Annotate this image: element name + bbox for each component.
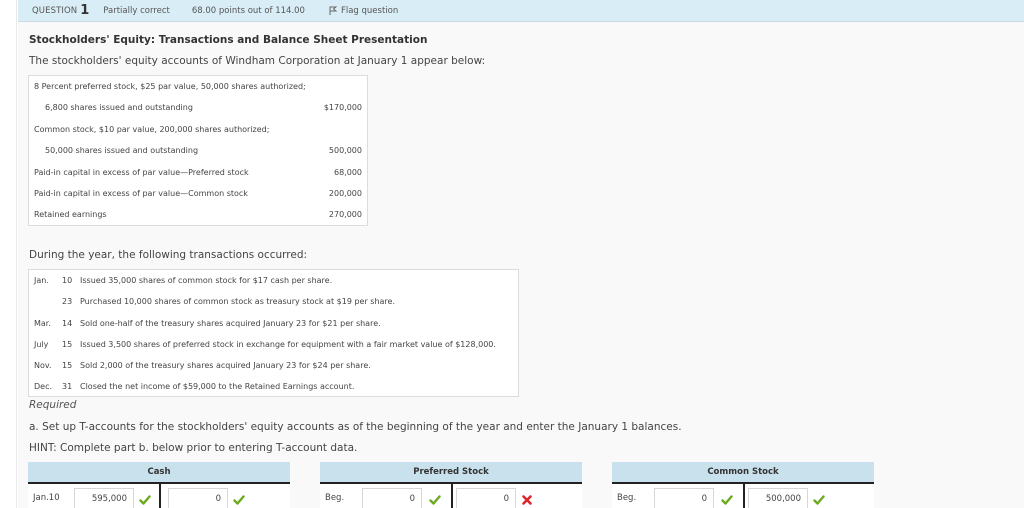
flag-icon [329,6,337,15]
transaction-row: 23 Purchased 10,000 shares of common sto… [29,291,518,312]
transaction-day: 23 [62,297,73,306]
transaction-row: Dec. 31 Closed the net income of $59,000… [29,376,518,397]
preferred-stock-debit-input[interactable] [362,488,422,508]
transaction-day: 15 [62,361,73,370]
transaction-day: 31 [62,382,73,391]
transactions-table: Jan. 10 Issued 35,000 shares of common s… [28,269,519,397]
equity-row-label: 8 Percent preferred stock, $25 par value… [34,82,306,91]
taccount-common-stock: Common Stock Beg. [612,462,874,508]
left-margin [0,0,17,508]
transaction-row: Mar. 14 Sold one-half of the treasury sh… [29,313,518,334]
question-header: QUESTION 1 Partially correct 68.00 point… [18,0,1024,22]
transaction-description: Purchased 10,000 shares of common stock … [80,297,395,306]
taccount-body: Beg. [320,484,582,508]
transaction-month: Mar. [34,319,51,328]
taccount-body: Jan.10 [28,484,290,508]
question-panel: QUESTION 1 Partially correct 68.00 point… [18,0,1024,508]
equity-row-label: 50,000 shares issued and outstanding [45,146,199,155]
preferred-stock-credit-input[interactable] [456,488,516,508]
transaction-row: July 15 Issued 3,500 shares of preferred… [29,334,518,355]
transaction-row: Nov. 15 Sold 2,000 of the treasury share… [29,355,518,376]
equity-row-amount: 270,000 [328,210,362,219]
taccount-row-label: Beg. [325,493,345,503]
transaction-day: 10 [62,276,73,285]
transaction-row: Jan. 10 Issued 35,000 shares of common s… [29,270,518,291]
taccount-preferred-stock: Preferred Stock Beg. [320,462,582,508]
equity-row-amount: $170,000 [323,103,362,112]
equity-accounts-table: 8 Percent preferred stock, $25 par value… [28,75,368,226]
x-icon [522,495,532,505]
equity-row: Retained earnings 270,000 [29,204,367,225]
taccount-divider [159,484,161,508]
cash-debit-input[interactable] [74,488,134,508]
equity-row-label: Retained earnings [34,210,107,219]
equity-row: Common stock, $10 par value, 200,000 sha… [29,119,367,140]
equity-row-label: Paid-in capital in excess of par value—C… [34,189,248,198]
taccount-title: Cash [28,462,290,484]
taccount-body: Beg. [612,484,874,508]
transaction-month: Nov. [34,361,52,370]
check-icon [813,495,825,505]
check-icon [233,495,245,505]
equity-row: 50,000 shares issued and outstanding 500… [29,140,367,161]
taccount-title: Common Stock [612,462,874,484]
question-label: QUESTION [32,5,78,16]
part-a-instructions: a. Set up T-accounts for the stockholder… [29,421,682,433]
required-label: Required [29,399,77,411]
taccount-row-label: Beg. [617,493,637,503]
check-icon [139,495,151,505]
equity-row-amount: 500,000 [328,146,362,155]
taccount-divider [743,484,745,508]
flag-question-button[interactable]: Flag question [329,6,398,16]
cash-credit-input[interactable] [168,488,228,508]
transaction-day: 14 [62,319,73,328]
taccount-title: Preferred Stock [320,462,582,484]
points-text: 68.00 points out of 114.00 [191,5,305,16]
flag-question-label: Flag question [340,5,399,16]
transaction-month: July [34,340,49,349]
problem-intro: The stockholders' equity accounts of Win… [29,55,486,67]
common-stock-credit-input[interactable] [748,488,808,508]
equity-row: 8 Percent preferred stock, $25 par value… [29,76,367,97]
transaction-month: Dec. [34,382,53,391]
transaction-day: 15 [62,340,73,349]
question-number: 1 [80,3,90,18]
equity-row-label: Common stock, $10 par value, 200,000 sha… [34,125,270,134]
equity-row: Paid-in capital in excess of par value—P… [29,162,367,183]
equity-row-label: Paid-in capital in excess of par value—P… [34,168,249,177]
problem-title: Stockholders' Equity: Transactions and B… [29,34,428,46]
status-text: Partially correct [103,5,170,16]
equity-row-amount: 68,000 [334,168,362,177]
common-stock-debit-input[interactable] [654,488,714,508]
hint-text: HINT: Complete part b. below prior to en… [29,442,358,454]
transaction-description: Issued 3,500 shares of preferred stock i… [80,340,496,349]
transaction-month: Jan. [34,276,49,285]
transaction-description: Sold 2,000 of the treasury shares acquir… [80,361,371,370]
transaction-description: Sold one-half of the treasury shares acq… [80,319,381,328]
check-icon [721,495,733,505]
check-icon [429,495,441,505]
transactions-intro: During the year, the following transacti… [29,249,308,261]
taccount-divider [451,484,453,508]
taccount-cash: Cash Jan.10 [28,462,290,508]
equity-row-label: 6,800 shares issued and outstanding [45,103,193,112]
equity-row-amount: 200,000 [328,189,362,198]
transaction-description: Issued 35,000 shares of common stock for… [80,276,333,285]
transaction-description: Closed the net income of $59,000 to the … [80,382,355,391]
equity-row: 6,800 shares issued and outstanding $170… [29,97,367,118]
equity-row: Paid-in capital in excess of par value—C… [29,183,367,204]
taccount-row-label: Jan.10 [33,493,60,503]
